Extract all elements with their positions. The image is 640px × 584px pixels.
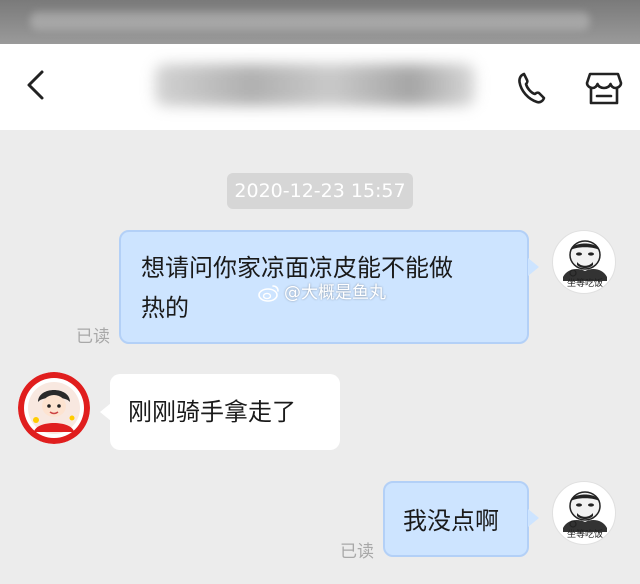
read-status: 已读 <box>340 542 374 562</box>
my-avatar[interactable]: 坐等吃饭 <box>552 481 616 545</box>
sent-message-bubble[interactable]: 我没点啊 <box>383 481 529 557</box>
avatar-caption: 坐等吃饭 <box>566 279 603 289</box>
chat-title-blurred <box>155 64 475 106</box>
shop-button[interactable] <box>585 70 623 106</box>
bubble-tail <box>528 258 539 276</box>
read-status: 已读 <box>76 327 110 347</box>
message-text: 我没点啊 <box>403 507 499 535</box>
phone-icon <box>518 72 546 104</box>
weibo-icon <box>258 285 279 302</box>
back-button[interactable] <box>22 68 52 102</box>
call-button[interactable] <box>515 70 547 106</box>
chat-header <box>0 44 640 130</box>
bubble-tail <box>528 509 539 527</box>
message-text: 刚刚骑手拿走了 <box>128 398 296 426</box>
chevron-left-icon <box>27 70 44 100</box>
message-timestamp: 2020-12-23 15:57 <box>227 173 413 209</box>
watermark-text: @大概是鱼丸 <box>284 283 386 303</box>
my-avatar[interactable]: 坐等吃饭 <box>552 230 616 294</box>
watermark: @大概是鱼丸 <box>258 281 386 305</box>
status-bar <box>0 0 640 44</box>
avatar-caption: 坐等吃饭 <box>566 530 603 540</box>
status-bar-blurred <box>30 12 590 30</box>
storefront-icon <box>585 72 623 105</box>
received-message-bubble[interactable]: 刚刚骑手拿走了 <box>110 374 340 450</box>
contact-avatar-icon <box>18 372 90 444</box>
contact-avatar[interactable] <box>18 372 90 444</box>
